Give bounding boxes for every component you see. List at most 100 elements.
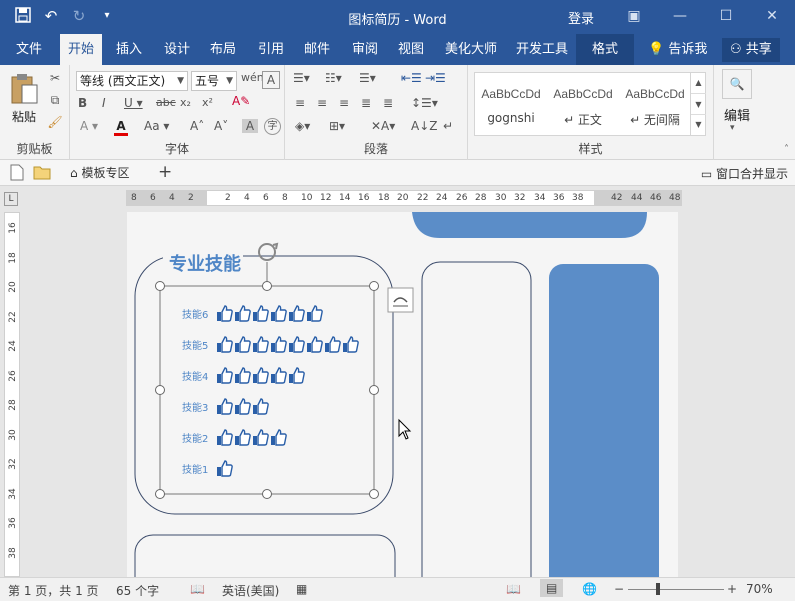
find-icon[interactable]: 🔍 (722, 69, 752, 99)
bold-icon[interactable]: B (78, 96, 87, 110)
tab-design[interactable]: 设计 (156, 34, 198, 65)
chinese-layout-icon[interactable]: ✕A▾ (371, 119, 395, 133)
style-normal[interactable]: AaBbCcDd ↵ 正文 (547, 73, 619, 135)
justify-icon[interactable]: ≣ (361, 96, 371, 110)
align-left-icon[interactable]: ≡ (295, 96, 305, 110)
borders-icon[interactable]: ⊞▾ (329, 119, 345, 133)
zoom-level[interactable]: 70% (746, 582, 773, 596)
bullets-icon[interactable]: ☰▾ (293, 71, 310, 85)
change-case-icon[interactable]: Aa ▾ (144, 119, 169, 133)
styles-scrollbar[interactable]: ▲ ▼ ▼ (690, 72, 706, 136)
multilevel-list-icon[interactable]: ☰▾ (359, 71, 376, 85)
login-link[interactable]: 登录 (568, 8, 594, 27)
align-center-icon[interactable]: ≡ (317, 96, 327, 110)
style-gognshi[interactable]: AaBbCcDd gognshi (475, 73, 547, 135)
char-shading-icon[interactable]: A (242, 119, 258, 133)
share-button[interactable]: ⚇ 共享 (722, 38, 780, 62)
cut-icon[interactable]: ✂ (46, 71, 64, 89)
macro-icon[interactable]: ▦ (296, 582, 307, 596)
editing-button[interactable]: 编辑 (718, 105, 756, 124)
tab-mailings[interactable]: 邮件 (296, 34, 338, 65)
decrease-indent-icon[interactable]: ⇤☰ (401, 71, 422, 85)
clear-formatting-icon[interactable]: A✎ (232, 94, 250, 108)
merge-windows-button[interactable]: ▭ 窗口合并显示 (701, 165, 788, 182)
maximize-icon[interactable]: ☐ (703, 0, 749, 34)
tab-format[interactable]: 格式 (576, 34, 635, 65)
undo-icon[interactable]: ↶ (42, 7, 60, 25)
document-page[interactable]: 专业技能 技能6 技能5 技能4 技能3 技能2 技能1 (127, 212, 678, 578)
horizontal-ruler[interactable]: 8 6 4 2 2 4 6 8 10 12 14 16 18 20 22 24 26 28 30 32 34 36 38 42… (126, 190, 682, 206)
proofing-icon[interactable]: 📖 (190, 582, 205, 596)
thumbs-up-icon (234, 397, 251, 415)
italic-icon[interactable]: I (102, 96, 106, 110)
save-icon[interactable] (14, 7, 32, 25)
tell-me-box[interactable]: 💡 告诉我 (648, 34, 707, 65)
more-styles-icon[interactable]: ▼ (691, 114, 706, 134)
minimize-icon[interactable]: — (657, 0, 703, 34)
print-layout-icon[interactable]: ▤ (540, 579, 564, 597)
tab-developer[interactable]: 开发工具 (508, 34, 576, 65)
phonetic-guide-icon[interactable]: wén (241, 71, 264, 84)
customize-qat-icon[interactable]: ▾ (98, 7, 116, 25)
collapse-ribbon-icon[interactable]: ˄ (784, 144, 789, 155)
tab-layout[interactable]: 布局 (202, 34, 244, 65)
sort-icon[interactable]: A↓Z (411, 119, 437, 133)
word-count[interactable]: 65 个字 (116, 582, 159, 599)
tab-view[interactable]: 视图 (390, 34, 432, 65)
vertical-ruler[interactable]: 16 18 20 22 24 26 28 30 32 34 36 38 (4, 212, 20, 577)
shrink-font-icon[interactable]: A˅ (214, 119, 228, 133)
page-count[interactable]: 第 1 页，共 1 页 (8, 582, 99, 599)
format-painter-icon[interactable]: 🖌 (46, 115, 64, 133)
web-layout-icon[interactable]: 🌐 (582, 582, 597, 596)
show-marks-icon[interactable]: ↵ (443, 119, 453, 133)
zoom-slider-thumb[interactable] (656, 583, 660, 595)
increase-indent-icon[interactable]: ⇥☰ (425, 71, 446, 85)
distributed-icon[interactable]: ≣ (383, 96, 393, 110)
chevron-down-icon[interactable]: ▼ (691, 93, 706, 114)
char-border-icon[interactable]: A (262, 71, 280, 89)
line-spacing-icon[interactable]: ↕☰▾ (411, 96, 438, 110)
subscript-icon[interactable]: x₂ (180, 96, 191, 109)
copy-icon[interactable]: ⧉ (46, 93, 64, 111)
redo-icon[interactable]: ↻ (70, 7, 88, 25)
ruler-tick: 20 (8, 281, 18, 293)
template-zone-tab[interactable]: ⌂ 模板专区 (70, 164, 129, 181)
chevron-up-icon[interactable]: ▲ (691, 72, 706, 93)
tab-references[interactable]: 引用 (250, 34, 292, 65)
ruler-tick: 22 (417, 193, 429, 203)
enclose-char-icon[interactable]: 字 (264, 118, 281, 135)
tab-beautify-master[interactable]: 美化大师 (437, 34, 505, 65)
grow-font-icon[interactable]: A˄ (190, 119, 204, 133)
ruler-tick: 36 (553, 193, 565, 203)
style-name: ↵ 正文 (564, 113, 602, 127)
numbering-icon[interactable]: ☷▾ (325, 71, 342, 85)
underline-icon[interactable]: U ▾ (124, 96, 143, 110)
align-right-icon[interactable]: ≡ (339, 96, 349, 110)
tab-insert[interactable]: 插入 (108, 34, 150, 65)
status-bar: 第 1 页，共 1 页 65 个字 📖 英语(美国) ▦ 📖 ▤ 🌐 − + 7… (0, 577, 795, 601)
style-no-spacing[interactable]: AaBbCcDd ↵ 无间隔 (619, 73, 691, 135)
tab-review[interactable]: 审阅 (344, 34, 386, 65)
zoom-out-icon[interactable]: − (614, 582, 624, 596)
tab-selector[interactable]: L (4, 192, 18, 206)
zoom-slider[interactable] (628, 589, 724, 590)
text-effects-icon[interactable]: A ▾ (80, 119, 98, 133)
font-size-combo[interactable]: 五号 ▼ (191, 71, 237, 91)
tab-home[interactable]: 开始 (60, 34, 103, 65)
close-icon[interactable]: ✕ (749, 0, 795, 34)
shading-icon[interactable]: ◈▾ (295, 119, 310, 133)
paste-button[interactable]: 粘贴 (8, 73, 40, 133)
read-mode-icon[interactable]: 📖 (506, 582, 521, 596)
tab-file[interactable]: 文件 (8, 34, 50, 65)
ribbon-display-options-icon[interactable]: ▣ (611, 0, 657, 34)
add-tab-icon[interactable]: + (158, 162, 172, 182)
font-color-icon[interactable]: A (114, 119, 128, 136)
open-folder-icon[interactable] (33, 164, 51, 181)
new-document-icon[interactable] (8, 164, 26, 181)
superscript-icon[interactable]: x² (202, 96, 213, 109)
strikethrough-icon[interactable]: abc (156, 96, 176, 109)
font-name-combo[interactable]: 等线 (西文正文) ▼ (76, 71, 188, 91)
language[interactable]: 英语(美国) (222, 582, 279, 599)
paste-icon (11, 74, 38, 104)
zoom-in-icon[interactable]: + (727, 582, 737, 596)
